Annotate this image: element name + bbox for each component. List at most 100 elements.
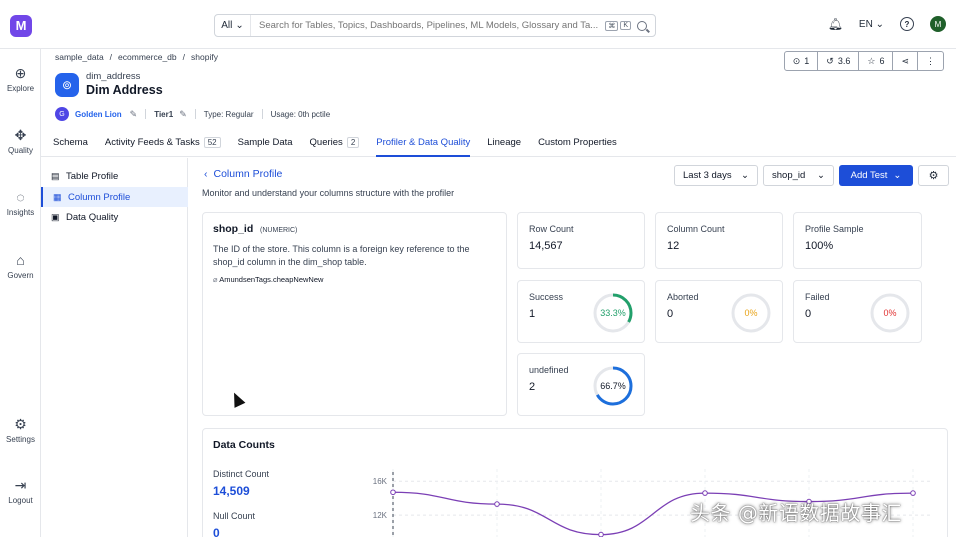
stat-label: Profile Sample <box>805 224 864 234</box>
more-button[interactable]: ⋮ <box>918 52 943 70</box>
nav-quality[interactable]: ✥ Quality <box>0 127 41 155</box>
column-select-label: shop_id <box>772 170 806 181</box>
menu-data-quality[interactable]: ▣ Data Quality <box>41 207 188 227</box>
avatar[interactable]: M <box>930 16 946 32</box>
usage-label: Usage: 0th pctile <box>270 109 331 119</box>
edit-owner-icon[interactable]: ✎ <box>130 109 138 120</box>
distinct-count-label: Distinct Count <box>213 469 270 479</box>
nav-govern[interactable]: ⌂ Govern <box>0 252 41 280</box>
date-range-select[interactable]: Last 3 days ⌄ <box>674 165 758 186</box>
tab-label: Schema <box>53 137 88 148</box>
data-counts-title: Data Counts <box>213 439 275 451</box>
nav-logout[interactable]: ⇥ Logout <box>0 477 41 505</box>
tab-label: Lineage <box>487 137 522 148</box>
tab-label: Custom Properties <box>538 137 617 148</box>
column-icon: ▦ <box>53 191 62 202</box>
tab-activity-feeds[interactable]: Activity Feeds & Tasks 52 <box>105 130 221 157</box>
chevron-down-icon: ⌄ <box>893 170 902 181</box>
breadcrumb-item[interactable]: sample_data <box>55 52 104 62</box>
entity-tabs: Schema Activity Feeds & Tasks 52 Sample D… <box>41 130 956 157</box>
bell-icon[interactable]: 🔔︎ <box>828 17 843 31</box>
success-percent: 33.3% <box>600 308 626 318</box>
breadcrumb-item[interactable]: shopify <box>191 52 218 62</box>
edit-tier-icon[interactable]: ✎ <box>179 109 187 120</box>
search-scope-label: All <box>221 20 233 31</box>
chevron-left-icon: ‹ <box>204 168 208 180</box>
alerts-button[interactable]: ⊙ 1 <box>785 52 819 70</box>
page-title: Dim Address <box>86 83 163 97</box>
tab-lineage[interactable]: Lineage <box>487 130 521 157</box>
column-type: (NUMERIC) <box>260 227 298 234</box>
star-button[interactable]: ☆ 6 <box>859 52 894 70</box>
star-icon: ☆ <box>867 55 876 66</box>
data-point[interactable] <box>910 490 916 496</box>
column-tag[interactable]: ⌀ AmundsenTags.cheapNewNew <box>213 275 496 284</box>
null-count-label: Null Count <box>213 511 256 521</box>
tab-sample-data[interactable]: Sample Data <box>238 130 293 157</box>
alerts-count: 1 <box>804 56 810 66</box>
tag-label: AmundsenTags.cheapNewNew <box>219 275 324 284</box>
nav-label: Govern <box>7 271 34 280</box>
govern-icon: ⌂ <box>16 252 25 268</box>
search-scope-dropdown[interactable]: All ⌄ <box>215 15 251 36</box>
header-actions: ⊙ 1 ↺ 3.6 ☆ 6 ⋖ ⋮ <box>783 51 944 71</box>
tab-schema[interactable]: Schema <box>53 130 88 157</box>
nav-insights[interactable]: ◌ Insights <box>0 189 41 217</box>
column-select[interactable]: shop_id ⌄ <box>763 165 834 186</box>
column-profile-subtitle: Monitor and understand your columns stru… <box>202 188 455 198</box>
global-search[interactable]: All ⌄ ⌘ K <box>214 14 656 37</box>
top-right-actions: 🔔︎ EN ⌄ ? M <box>828 16 946 32</box>
nav-settings[interactable]: ⚙ Settings <box>0 416 41 444</box>
search-icon[interactable] <box>637 20 647 31</box>
settings-button[interactable]: ⚙ <box>918 165 949 186</box>
watermark: 头条 @新语数据故事汇 <box>690 501 902 525</box>
column-count-card: Column Count 12 <box>655 212 783 269</box>
nav-label: Quality <box>8 146 33 155</box>
tab-label: Queries <box>309 137 343 148</box>
stat-value: 100% <box>805 240 834 252</box>
top-bar: M All ⌄ ⌘ K 🔔︎ EN ⌄ ? M <box>0 0 956 49</box>
tab-custom-properties[interactable]: Custom Properties <box>538 130 617 157</box>
undefined-card: undefined 2 66.7% <box>517 353 645 416</box>
data-point[interactable] <box>390 489 396 496</box>
tab-profiler[interactable]: Profiler & Data Quality <box>376 130 471 157</box>
alert-icon: ⊙ <box>792 55 801 66</box>
chevron-down-icon: ⌄ <box>817 170 825 181</box>
insights-icon: ◌ <box>16 189 25 205</box>
version-button[interactable]: ↺ 3.6 <box>818 52 860 70</box>
shortcut-key: K <box>620 21 631 30</box>
language-select[interactable]: EN ⌄ <box>859 19 884 30</box>
data-point[interactable] <box>702 490 708 496</box>
shortcut-key: ⌘ <box>605 20 619 31</box>
failed-card: Failed 0 0% <box>793 280 922 343</box>
breadcrumb-item[interactable]: ecommerce_db <box>118 52 177 62</box>
column-description: The ID of the store. This column is a fo… <box>213 244 470 267</box>
date-range-label: Last 3 days <box>683 170 732 181</box>
share-button[interactable]: ⋖ <box>893 52 918 70</box>
nav-label: Settings <box>6 435 35 444</box>
table-type: Type: Regular <box>203 109 254 119</box>
owner-link[interactable]: Golden Lion <box>75 110 122 119</box>
logout-icon: ⇥ <box>14 477 27 493</box>
search-input[interactable] <box>251 20 606 31</box>
app-logo[interactable]: M <box>10 15 32 37</box>
tab-queries[interactable]: Queries 2 <box>310 130 360 157</box>
nav-explore[interactable]: ⊕ Explore <box>0 65 41 93</box>
aborted-percent: 0% <box>744 308 758 318</box>
breadcrumb: sample_data / ecommerce_db / shopify <box>55 52 218 62</box>
column-summary-card: shop_id (NUMERIC) The ID of the store. T… <box>202 212 507 416</box>
menu-table-profile[interactable]: ▤ Table Profile <box>41 166 188 186</box>
column-profile-back[interactable]: ‹ Column Profile <box>204 168 282 180</box>
distinct-count-value: 14,509 <box>213 484 250 498</box>
undefined-percent: 66.7% <box>600 381 626 391</box>
help-icon[interactable]: ? <box>900 17 914 31</box>
divider <box>194 109 196 119</box>
add-test-button[interactable]: Add Test ⌄ <box>839 165 913 186</box>
header-action-group: ⊙ 1 ↺ 3.6 ☆ 6 ⋖ ⋮ <box>783 51 944 71</box>
success-card: Success 1 33.3% <box>517 280 645 343</box>
data-point[interactable] <box>494 501 500 507</box>
data-point[interactable] <box>598 531 604 537</box>
divider <box>145 109 147 119</box>
tab-count: 52 <box>203 137 221 148</box>
menu-column-profile[interactable]: ▦ Column Profile <box>41 187 188 207</box>
